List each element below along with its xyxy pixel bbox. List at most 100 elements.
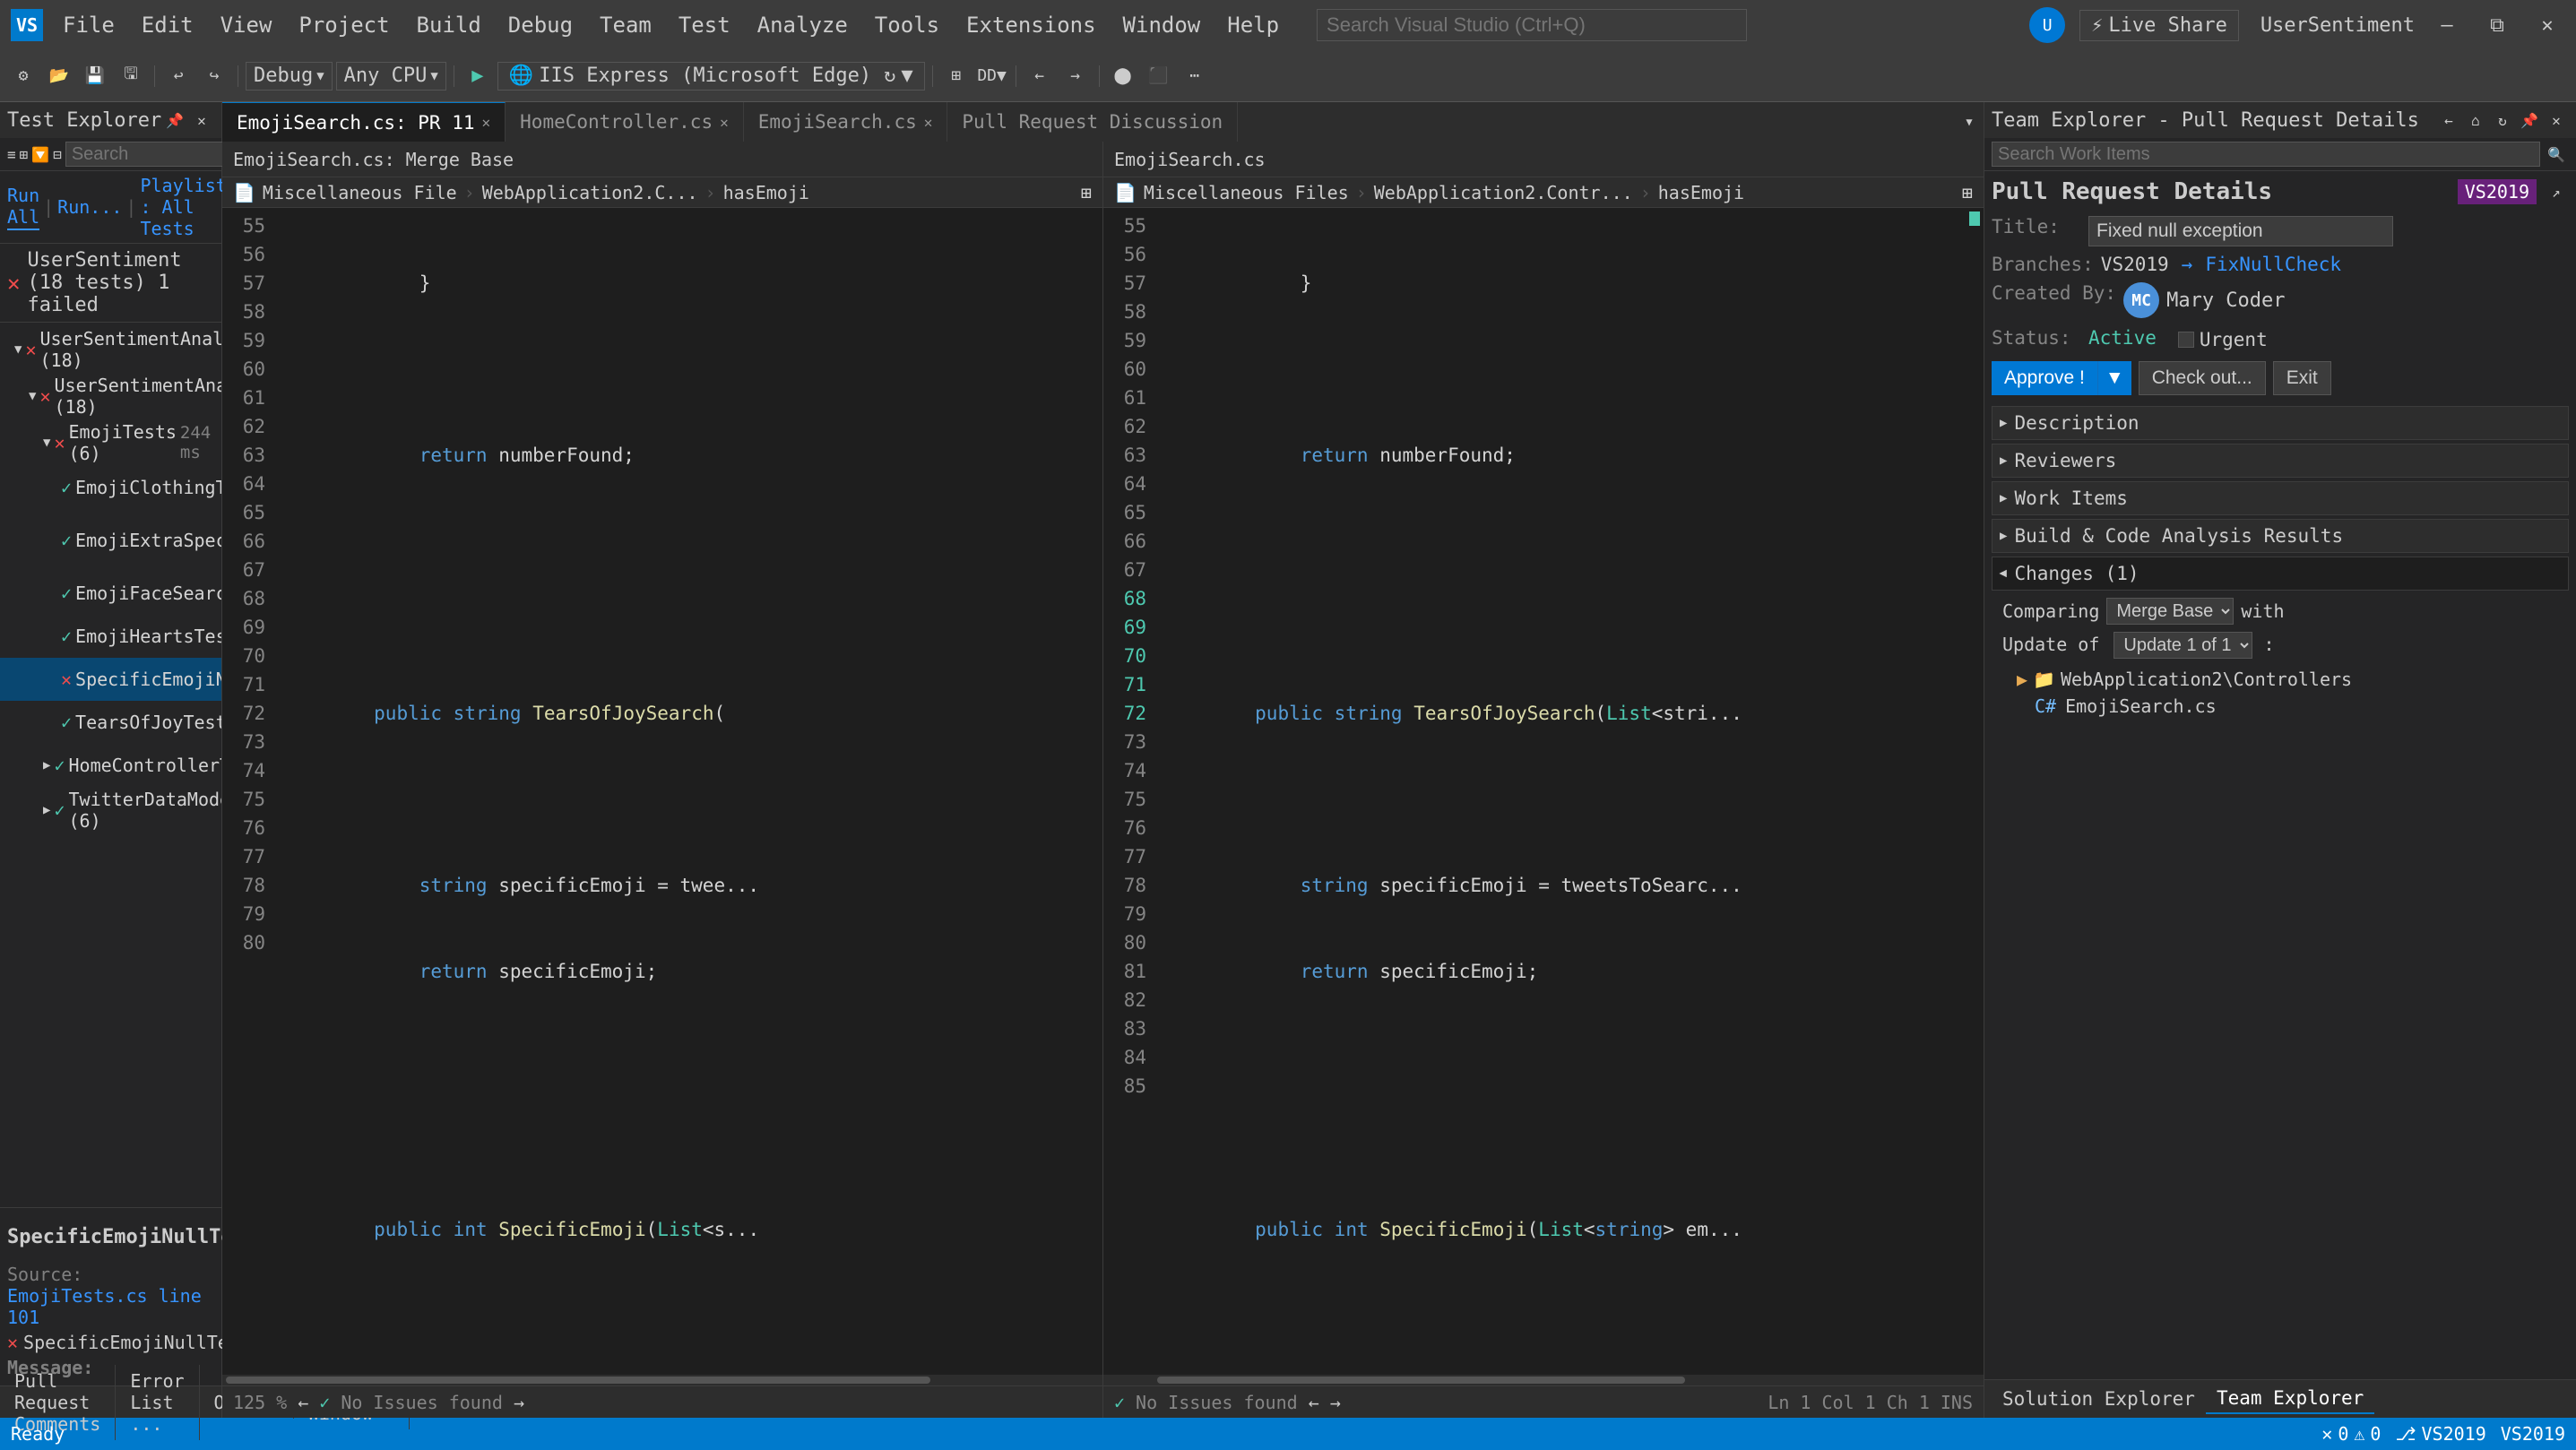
menu-window[interactable]: Window	[1111, 9, 1214, 41]
pr-section-work-items-header[interactable]: ▶ Work Items	[1992, 481, 2569, 515]
tab-emojisearch-pr[interactable]: EmojiSearch.cs: PR 11 ✕	[222, 102, 506, 142]
te-close-btn[interactable]: ✕	[2544, 108, 2569, 133]
toolbar-back-btn[interactable]: ←	[1024, 62, 1056, 91]
right-nav-prev[interactable]: ←	[1309, 1392, 1319, 1413]
right-scrollbar[interactable]	[1103, 1375, 1984, 1385]
pr-open-browser-btn[interactable]: ↗	[2544, 179, 2569, 204]
exit-button[interactable]: Exit	[2273, 361, 2331, 395]
live-share-button[interactable]: ⚡ Live Share	[2079, 10, 2239, 41]
test-node-t5[interactable]: ✕ SpecificEmojiNullT... 153 ms	[0, 658, 221, 701]
update-select[interactable]: Update 1 of 1	[2114, 632, 2252, 659]
merge-base-select[interactable]: Merge Base	[2106, 598, 2234, 625]
cpu-config-dropdown[interactable]: Any CPU ▼	[336, 62, 446, 91]
save-all-button[interactable]: 🖫	[115, 62, 147, 91]
tab-close-icon[interactable]: ✕	[924, 114, 933, 131]
tab-emojisearch[interactable]: EmojiSearch.cs ✕	[744, 102, 948, 142]
breadcrumb-web-contr[interactable]: WebApplication2.Contr...	[1374, 182, 1633, 203]
run-button[interactable]: ▶	[462, 62, 494, 91]
menu-team[interactable]: Team	[587, 9, 664, 41]
checkout-button[interactable]: Check out...	[2139, 361, 2266, 395]
error-list-tab[interactable]: Error List ...	[116, 1365, 199, 1440]
iis-express-dropdown[interactable]: 🌐 IIS Express (Microsoft Edge) ↻ ▼	[497, 62, 925, 91]
redo-button[interactable]: ↪	[198, 62, 230, 91]
breadcrumb-misc-files[interactable]: Miscellaneous Files	[1144, 182, 1349, 203]
approve-button[interactable]: Approve !	[1992, 361, 2097, 395]
error-source-link[interactable]: EmojiTests.cs line 101	[7, 1285, 202, 1328]
test-node-t6[interactable]: ✓ TearsOfJoyTest 10 ms	[0, 701, 221, 744]
tab-close-icon[interactable]: ✕	[720, 114, 729, 131]
run-all-filter[interactable]: Run All	[7, 185, 39, 230]
menu-analyze[interactable]: Analyze	[745, 9, 860, 41]
menu-test[interactable]: Test	[666, 9, 743, 41]
left-scrollbar[interactable]	[222, 1375, 1102, 1385]
test-node-emoji[interactable]: ▼ ✕ EmojiTests (6) 244 ms	[0, 419, 221, 466]
playlist-filter[interactable]: Playlist : All Tests	[140, 175, 226, 239]
toolbar-forward-btn[interactable]: →	[1059, 62, 1092, 91]
pr-file-item[interactable]: C# EmojiSearch.cs	[2013, 693, 2558, 720]
menu-build[interactable]: Build	[404, 9, 494, 41]
run-filter-dropdown[interactable]: Run...	[57, 196, 122, 218]
diff-right-expand[interactable]: ⊞	[1962, 182, 1973, 203]
toolbar-breakpoint-btn[interactable]: ⬤	[1107, 62, 1139, 91]
new-project-button[interactable]: ⚙	[7, 62, 39, 91]
menu-edit[interactable]: Edit	[129, 9, 206, 41]
title-search-input[interactable]	[1317, 9, 1747, 41]
tab-pull-request-discussion[interactable]: Pull Request Discussion	[947, 102, 1238, 142]
tab-overflow-button[interactable]: ▼	[1955, 102, 1984, 142]
test-node-root[interactable]: ▼ ✕ UserSentimentAnalysis... (18) 1 sec	[0, 326, 221, 373]
menu-file[interactable]: File	[50, 9, 127, 41]
test-group-btn[interactable]: ⊟	[53, 142, 62, 167]
menu-project[interactable]: Project	[286, 9, 402, 41]
menu-view[interactable]: View	[208, 9, 285, 41]
test-node-t4[interactable]: ✓ EmojiHeartsTest 1 ms	[0, 615, 221, 658]
te-refresh-btn[interactable]: ↻	[2490, 108, 2515, 133]
test-node-home[interactable]: ▶ ✓ HomeControllerTe... 1 sec	[0, 744, 221, 787]
pr-section-reviewers-header[interactable]: ▶ Reviewers	[1992, 444, 2569, 478]
breadcrumb-hasemoji-r[interactable]: hasEmoji	[1658, 182, 1744, 203]
test-explorer-pin-button[interactable]: 📌	[162, 108, 187, 133]
menu-help[interactable]: Help	[1215, 9, 1292, 41]
toolbar-more-btn[interactable]: ⋯	[1179, 62, 1211, 91]
tab-close-icon[interactable]: ✕	[482, 114, 491, 131]
pr-folder-item[interactable]: ▶ 📁 WebApplication2\Controllers	[2013, 666, 2558, 693]
test-node-twitter[interactable]: ▶ ✓ TwitterDataModel... (6) 1 ms	[0, 787, 221, 833]
left-code-content[interactable]: } return numberFound; public string Tear…	[276, 208, 1102, 1375]
work-items-search-input[interactable]	[1992, 142, 2540, 167]
restore-button[interactable]: ⧉	[2479, 9, 2515, 41]
tab-homecontroller[interactable]: HomeController.cs ✕	[506, 102, 744, 142]
pr-section-description-header[interactable]: ▶ Description	[1992, 406, 2569, 440]
test-node-anal1[interactable]: ▼ ✕ UserSentimentAnal... (18) 1 sec	[0, 373, 221, 419]
test-node-t3[interactable]: ✓ EmojiFaceSearchTest 77 ms	[0, 572, 221, 615]
test-node-t1[interactable]: ✓ EmojiClothingTest 1 ms	[0, 466, 221, 509]
te-back-btn[interactable]: ←	[2436, 108, 2461, 133]
urgent-checkbox[interactable]	[2178, 332, 2194, 348]
test-hierarchy-view-btn[interactable]: ⊞	[20, 142, 29, 167]
te-home-btn[interactable]: ⌂	[2463, 108, 2488, 133]
left-nav-prev[interactable]: ←	[298, 1392, 308, 1413]
right-code-content[interactable]: } return numberFound; public string Tear…	[1157, 208, 1966, 1375]
status-errors[interactable]: ✕ 0 ⚠ 0	[2321, 1423, 2381, 1445]
test-filter-btn[interactable]: 🔽	[31, 142, 49, 167]
breadcrumb-hasemoji[interactable]: hasEmoji	[723, 182, 809, 203]
breadcrumb-web[interactable]: WebApplication2.C...	[482, 182, 698, 203]
solution-explorer-tab[interactable]: Solution Explorer	[1992, 1385, 2206, 1413]
left-nav-next[interactable]: →	[514, 1392, 524, 1413]
toolbar-grid-btn[interactable]: ⊞	[940, 62, 972, 91]
right-nav-next[interactable]: →	[1330, 1392, 1341, 1413]
pr-section-build-header[interactable]: ▶ Build & Code Analysis Results	[1992, 519, 2569, 553]
search-work-items-icon[interactable]: 🔍	[2544, 142, 2569, 167]
team-explorer-tab[interactable]: Team Explorer	[2206, 1384, 2374, 1414]
undo-button[interactable]: ↩	[162, 62, 194, 91]
menu-tools[interactable]: Tools	[862, 9, 952, 41]
approve-dropdown-button[interactable]: ▼	[2097, 361, 2131, 395]
toolbar-dd-btn[interactable]: DD▼	[976, 62, 1008, 91]
menu-debug[interactable]: Debug	[496, 9, 585, 41]
te-pin-btn[interactable]: 📌	[2517, 108, 2542, 133]
open-button[interactable]: 📂	[43, 62, 75, 91]
close-button[interactable]: ✕	[2529, 9, 2565, 41]
pr-section-changes-header[interactable]: ▼ Changes (1)	[1992, 557, 2569, 591]
breadcrumb-misc[interactable]: Miscellaneous File	[263, 182, 457, 203]
save-button[interactable]: 💾	[79, 62, 111, 91]
test-list-view-btn[interactable]: ≡	[7, 142, 16, 167]
pr-title-input[interactable]	[2088, 216, 2393, 246]
